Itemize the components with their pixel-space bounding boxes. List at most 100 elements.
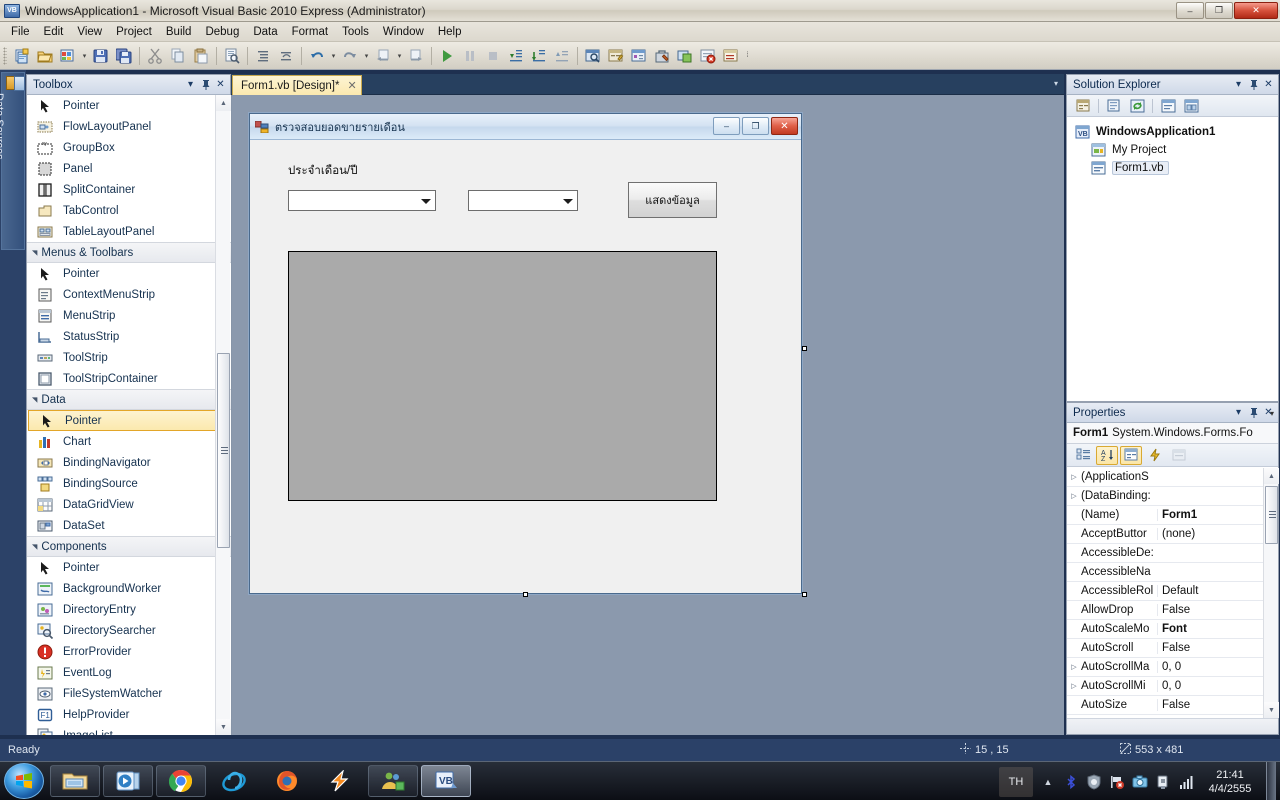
- toolbox-item-tablelayoutpanel[interactable]: TableLayoutPanel: [27, 221, 231, 242]
- property-value[interactable]: 0, 0: [1157, 661, 1263, 673]
- menu-project[interactable]: Project: [109, 24, 159, 40]
- toolbox-item-filesystemwatcher[interactable]: FileSystemWatcher: [27, 683, 231, 704]
- output-icon[interactable]: [720, 45, 742, 67]
- property-row[interactable]: AutoScroll False: [1067, 639, 1263, 658]
- show-all-files-icon[interactable]: [1104, 97, 1124, 115]
- toolbox-icon[interactable]: [651, 45, 673, 67]
- comment-icon[interactable]: [252, 45, 274, 67]
- stop-icon[interactable]: [482, 45, 504, 67]
- view-code-icon[interactable]: [1158, 97, 1178, 115]
- property-value[interactable]: 0, 0: [1157, 680, 1263, 692]
- toolbox-item-pointer[interactable]: Pointer: [27, 557, 231, 578]
- toolbox-group-menus-toolbars[interactable]: ◢ Menus & Toolbars: [27, 242, 231, 263]
- save-all-icon[interactable]: [113, 45, 135, 67]
- redo-dropdown-icon[interactable]: ▾: [362, 45, 371, 67]
- property-value[interactable]: Font: [1157, 623, 1263, 635]
- menu-help[interactable]: Help: [431, 24, 469, 40]
- scroll-up-icon[interactable]: ▲: [1264, 468, 1279, 484]
- pin-icon[interactable]: [198, 77, 213, 93]
- menu-debug[interactable]: Debug: [198, 24, 246, 40]
- copy-icon[interactable]: [167, 45, 189, 67]
- property-value[interactable]: False: [1157, 604, 1263, 616]
- form-designer-surface[interactable]: ตรวจสอบยอดขายรายเดือน – ❐ ✕ ประจำเดือน/ป…: [231, 95, 1064, 735]
- property-row[interactable]: AutoScaleMo Font: [1067, 620, 1263, 639]
- toolbox-item-imagelist[interactable]: ImageList: [27, 725, 231, 735]
- designer-canvas[interactable]: ตรวจสอบยอดขายรายเดือน – ❐ ✕ ประจำเดือน/ป…: [232, 95, 1064, 735]
- toolbar-grip[interactable]: [3, 46, 7, 65]
- avg-shield-icon[interactable]: [1086, 773, 1102, 790]
- menu-window[interactable]: Window: [376, 24, 431, 40]
- step-into-icon[interactable]: [505, 45, 527, 67]
- property-row[interactable]: ▷ AutoScrollMi 0, 0: [1067, 677, 1263, 696]
- form-close-button[interactable]: ✕: [771, 117, 798, 135]
- navigate-backward-icon[interactable]: [372, 45, 394, 67]
- toolbox-item-pointer[interactable]: Pointer: [28, 410, 230, 431]
- expander-icon[interactable]: ▷: [1067, 473, 1081, 481]
- form-maximize-button[interactable]: ❐: [742, 117, 769, 135]
- open-file-icon[interactable]: [34, 45, 56, 67]
- add-item-dropdown-icon[interactable]: ▾: [80, 45, 89, 67]
- resize-handle-right[interactable]: [802, 346, 807, 351]
- property-value[interactable]: Form1: [1157, 509, 1263, 521]
- close-icon[interactable]: ✕: [213, 77, 228, 93]
- tab-overflow-icon[interactable]: ▾: [1054, 79, 1058, 88]
- toolbox-item-pointer[interactable]: Pointer: [27, 95, 231, 116]
- toolbox-item-dataset[interactable]: DataSet: [27, 515, 231, 536]
- toolbox-item-toolstrip[interactable]: ToolStrip: [27, 347, 231, 368]
- resize-handle-bottom[interactable]: [523, 592, 528, 597]
- toolbox-group-data[interactable]: ◢ Data: [27, 389, 231, 410]
- close-icon[interactable]: ✕: [1261, 77, 1276, 93]
- camera-icon[interactable]: [1132, 774, 1148, 790]
- properties-scrollbar[interactable]: ▲ ▼: [1263, 468, 1279, 718]
- scroll-down-icon[interactable]: ▼: [1264, 702, 1279, 718]
- start-orb[interactable]: [4, 763, 44, 799]
- menu-data[interactable]: Data: [246, 24, 284, 40]
- toolbox-item-directoryentry[interactable]: DirectoryEntry: [27, 599, 231, 620]
- visual-basic-icon[interactable]: VB: [421, 765, 471, 797]
- uncomment-icon[interactable]: [275, 45, 297, 67]
- property-value[interactable]: False: [1157, 699, 1263, 711]
- menu-tools[interactable]: Tools: [335, 24, 376, 40]
- alphabetical-icon[interactable]: AZ: [1096, 445, 1118, 465]
- toolbox-item-pointer[interactable]: Pointer: [27, 263, 231, 284]
- internet-explorer-icon[interactable]: [209, 765, 259, 797]
- start-debugging-icon[interactable]: [436, 45, 458, 67]
- toolbar-overflow-icon[interactable]: ⁞: [743, 45, 752, 67]
- toolbox-item-helpprovider[interactable]: F1 HelpProvider: [27, 704, 231, 725]
- toolbox-item-flowlayoutpanel[interactable]: FlowLayoutPanel: [27, 116, 231, 137]
- language-indicator[interactable]: TH: [999, 766, 1033, 797]
- signal-bars-icon[interactable]: [1178, 774, 1194, 790]
- menu-edit[interactable]: Edit: [37, 24, 71, 40]
- form-minimize-button[interactable]: –: [713, 117, 740, 135]
- tree-item-my-project[interactable]: My Project: [1067, 141, 1278, 159]
- toolbox-item-panel[interactable]: Panel: [27, 158, 231, 179]
- add-new-item-icon[interactable]: [57, 45, 79, 67]
- solution-explorer-icon[interactable]: [582, 45, 604, 67]
- new-project-icon[interactable]: [11, 45, 33, 67]
- properties-window-icon[interactable]: [605, 45, 627, 67]
- toolbox-item-groupbox[interactable]: xy GroupBox: [27, 137, 231, 158]
- menu-view[interactable]: View: [70, 24, 109, 40]
- data-panel[interactable]: [288, 251, 717, 501]
- pin-icon[interactable]: [1246, 77, 1261, 93]
- data-sources-tab[interactable]: Data Sources: [0, 72, 25, 250]
- chevron-down-icon[interactable]: ▾: [1231, 405, 1246, 421]
- windows-media-player-icon[interactable]: [103, 765, 153, 797]
- winamp-icon[interactable]: [315, 765, 365, 797]
- toolbox-item-datagridview[interactable]: DataGridView: [27, 494, 231, 515]
- refresh-icon[interactable]: [1127, 97, 1147, 115]
- expander-icon[interactable]: ▷: [1067, 663, 1081, 671]
- toolbox-item-bindingsource[interactable]: BindingSource: [27, 473, 231, 494]
- month-combobox[interactable]: [288, 190, 436, 211]
- year-combobox[interactable]: [468, 190, 578, 211]
- property-row[interactable]: AutoSize False: [1067, 696, 1263, 715]
- property-row[interactable]: AcceptButtor (none): [1067, 525, 1263, 544]
- property-row[interactable]: ▷ AutoScrollMa 0, 0: [1067, 658, 1263, 677]
- property-row[interactable]: AccessibleRol Default: [1067, 582, 1263, 601]
- object-browser-icon[interactable]: [628, 45, 650, 67]
- menu-build[interactable]: Build: [159, 24, 199, 40]
- paste-icon[interactable]: [190, 45, 212, 67]
- redo-icon[interactable]: [339, 45, 361, 67]
- chevron-down-icon[interactable]: ▾: [1231, 77, 1246, 93]
- property-row[interactable]: ▷ (DataBinding:: [1067, 487, 1263, 506]
